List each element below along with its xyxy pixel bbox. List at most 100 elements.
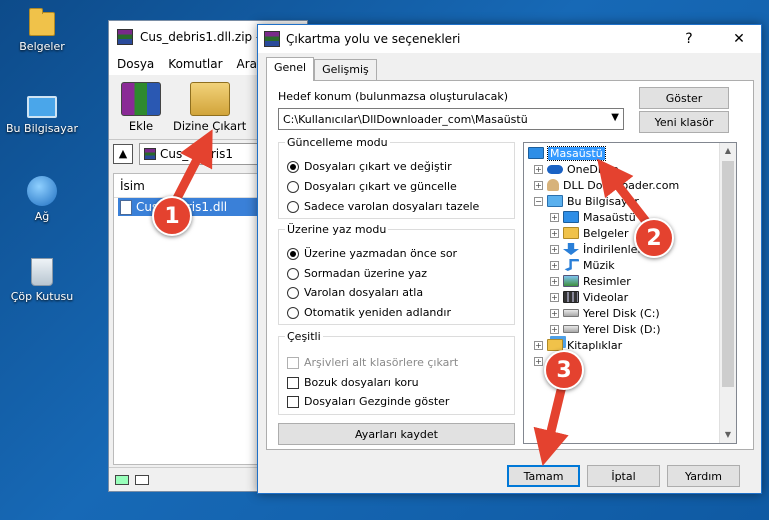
destination-path-combobox[interactable]: C:\Kullanıcılar\DllDownloader_com\Masaüs… — [278, 108, 624, 130]
checkbox-label: Arşivleri alt klasörlere çıkart — [304, 356, 459, 369]
radio-freshen-existing[interactable]: Sadece varolan dosyaları tazele — [287, 200, 479, 213]
expand-icon[interactable]: + — [550, 308, 559, 318]
menu-item-file[interactable]: Dosya — [117, 57, 154, 71]
checkbox-show-in-explorer[interactable]: Dosyaları Gezginde göster — [287, 395, 449, 408]
expand-icon[interactable]: + — [534, 180, 543, 190]
downloads-icon — [563, 243, 579, 255]
desktop-icon-this-pc[interactable]: Bu Bilgisayar — [2, 96, 82, 135]
checkbox-label: Dosyaları Gezginde göster — [304, 395, 450, 408]
expand-icon[interactable]: + — [550, 292, 559, 302]
winrar-title: Cus_debris1.dll.zip - — [140, 30, 261, 44]
extract-folder-icon — [189, 82, 230, 116]
tree-node-label: Kitaplıklar — [567, 338, 623, 352]
radio-ask-before-overwrite[interactable]: Üzerine yazmadan önce sor — [287, 247, 457, 260]
tree-node-label: Bu Bilgisayar — [567, 194, 639, 208]
extract-to-button[interactable]: Dizine Çıkart — [173, 82, 246, 133]
tree-node-documents[interactable]: + Belgeler — [550, 225, 628, 241]
tree-scrollbar[interactable]: ▲ ▼ — [719, 143, 736, 443]
desktop-icon-network[interactable]: Ağ — [2, 176, 82, 223]
update-mode-group: Güncelleme modu Dosyaları çıkart ve deği… — [278, 136, 515, 219]
expand-icon[interactable]: + — [534, 164, 543, 174]
new-folder-button[interactable]: Yeni klasör — [639, 111, 729, 133]
desktop-icon-documents[interactable]: Belgeler — [2, 8, 82, 53]
radio-skip-existing[interactable]: Varolan dosyaları atla — [287, 286, 423, 299]
add-button[interactable]: Ekle — [121, 82, 161, 133]
radio-button-checked[interactable] — [287, 160, 299, 173]
help-button[interactable]: Yardım — [667, 465, 740, 487]
update-mode-title: Güncelleme modu — [287, 136, 388, 149]
tab-general[interactable]: Genel — [266, 57, 315, 81]
show-button[interactable]: Göster — [639, 87, 729, 109]
radio-button-checked[interactable] — [287, 247, 299, 260]
radio-button[interactable] — [287, 180, 299, 193]
cancel-button[interactable]: İptal — [587, 465, 660, 487]
tree-node-pc-desktop[interactable]: + Masaüstü — [550, 209, 636, 225]
archive-icon — [144, 147, 156, 160]
misc-title: Çeşitli — [287, 330, 321, 343]
expand-icon[interactable]: + — [550, 324, 559, 334]
tree-node-music[interactable]: + Müzik — [550, 257, 615, 273]
radio-button[interactable] — [287, 267, 299, 280]
radio-button[interactable] — [287, 200, 299, 213]
radio-extract-replace[interactable]: Dosyaları çıkart ve değiştir — [287, 160, 452, 173]
expand-icon[interactable]: + — [550, 260, 559, 270]
scroll-thumb[interactable] — [722, 161, 734, 387]
expand-icon[interactable]: + — [550, 244, 559, 254]
close-button[interactable]: ✕ — [717, 25, 761, 53]
radio-label: Varolan dosyaları atla — [304, 286, 424, 299]
expand-icon[interactable]: + — [550, 228, 559, 238]
ok-button[interactable]: Tamam — [507, 465, 580, 487]
tree-node-videos[interactable]: + Videolar — [550, 289, 628, 305]
folder-icon — [29, 8, 55, 36]
tree-node-libraries[interactable]: + Kitaplıklar — [534, 337, 622, 353]
tree-node-more[interactable]: + — [534, 353, 543, 369]
radio-extract-update[interactable]: Dosyaları çıkart ve güncelle — [287, 180, 457, 193]
radio-auto-rename[interactable]: Otomatik yeniden adlandır — [287, 306, 451, 319]
user-folder-icon — [547, 179, 559, 191]
expand-icon[interactable]: + — [534, 340, 543, 350]
help-title-button[interactable]: ? — [667, 25, 711, 53]
desktop-icon-recycle-bin[interactable]: Çöp Kutusu — [2, 258, 82, 303]
checkbox[interactable] — [287, 376, 299, 389]
tree-node-onedrive[interactable]: + OneDrive — [534, 161, 619, 177]
tree-node-disk-d[interactable]: + Yerel Disk (D:) — [550, 321, 661, 337]
collapse-icon[interactable]: − — [534, 196, 543, 206]
expand-icon[interactable]: + — [550, 276, 559, 286]
checkbox — [287, 356, 299, 369]
scroll-up-icon[interactable]: ▲ — [720, 143, 736, 159]
dialog-tabs: Genel Gelişmiş — [266, 57, 377, 81]
tree-node-pictures[interactable]: + Resimler — [550, 273, 631, 289]
tree-node-this-pc[interactable]: − Bu Bilgisayar — [534, 193, 639, 209]
dll-file-icon — [120, 199, 132, 215]
save-settings-button[interactable]: Ayarları kaydet — [278, 423, 515, 445]
tree-node-disk-c[interactable]: + Yerel Disk (C:) — [550, 305, 660, 321]
destination-path-value: C:\Kullanıcılar\DllDownloader_com\Masaüs… — [283, 112, 528, 126]
tree-node-desktop[interactable]: Masaüstü — [528, 145, 606, 161]
tree-node-user[interactable]: + DLL Downloader.com — [534, 177, 679, 193]
tab-advanced[interactable]: Gelişmiş — [314, 59, 377, 81]
radio-button[interactable] — [287, 306, 299, 319]
network-icon — [27, 176, 57, 206]
tree-node-downloads[interactable]: + İndirilenler — [550, 241, 642, 257]
dialog-title-bar[interactable]: Çıkartma yolu ve seçenekleri ? ✕ — [258, 25, 761, 53]
desktop-icon-label: Bu Bilgisayar — [6, 122, 78, 135]
drive-icon — [563, 309, 579, 317]
chevron-down-icon[interactable]: ▼ — [611, 112, 619, 123]
scroll-down-icon[interactable]: ▼ — [720, 427, 736, 443]
tree-node-label: OneDrive — [567, 162, 619, 176]
winrar-app-icon — [264, 31, 280, 47]
expand-icon[interactable]: + — [550, 212, 559, 222]
computer-icon — [27, 96, 57, 118]
menu-item-commands[interactable]: Komutlar — [168, 57, 222, 71]
radio-overwrite-without-prompt[interactable]: Sormadan üzerine yaz — [287, 267, 427, 280]
radio-button[interactable] — [287, 286, 299, 299]
up-folder-button[interactable]: ▲ — [113, 143, 133, 164]
callout-step-1: 1 — [152, 196, 192, 236]
tree-node-label: Resimler — [583, 274, 631, 288]
dialog-title: Çıkartma yolu ve seçenekleri — [286, 32, 461, 46]
checkbox[interactable] — [287, 395, 299, 408]
checkbox-keep-broken-files[interactable]: Bozuk dosyaları koru — [287, 376, 419, 389]
folder-tree[interactable]: Masaüstü + OneDrive + DLL Downloader.com… — [523, 142, 737, 444]
radio-label: Otomatik yeniden adlandır — [304, 306, 451, 319]
expand-icon[interactable]: + — [534, 356, 543, 366]
